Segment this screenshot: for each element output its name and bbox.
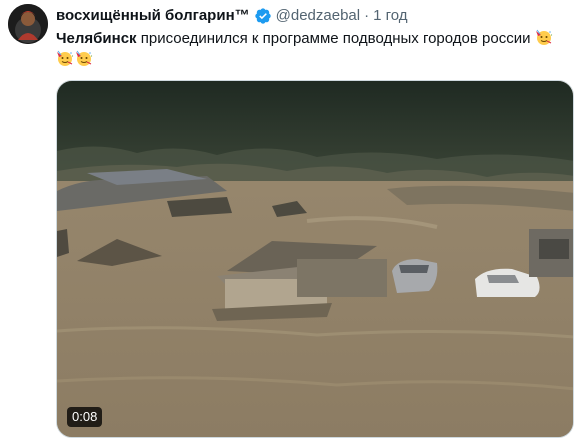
video-frame-flooded-town (57, 81, 573, 437)
tweet-header: восхищённый болгарин™ @dedzaebal · 1 год (56, 6, 408, 26)
user-handle[interactable]: @dedzaebal (276, 6, 360, 26)
separator-dot: · (364, 7, 370, 24)
verified-badge-icon (254, 7, 272, 25)
video-duration-badge: 0:08 (67, 407, 103, 427)
tweet[interactable]: восхищённый болгарин™ @dedzaebal · 1 год… (0, 0, 588, 444)
partying-face-emoji-icon (535, 28, 553, 46)
tweet-text: Челябинск присоединился к программе подв… (56, 28, 576, 70)
partying-face-emoji-icon (75, 49, 93, 67)
video-player[interactable]: 0:08 (56, 80, 574, 438)
partying-face-emoji-icon (56, 49, 74, 67)
tweet-text-body: присоединился к программе подводных горо… (136, 30, 531, 47)
avatar[interactable] (8, 4, 48, 44)
tweet-text-bold: Челябинск (56, 30, 137, 47)
display-name[interactable]: восхищённый болгарин™ (56, 6, 250, 26)
timestamp[interactable]: 1 год (373, 6, 407, 26)
